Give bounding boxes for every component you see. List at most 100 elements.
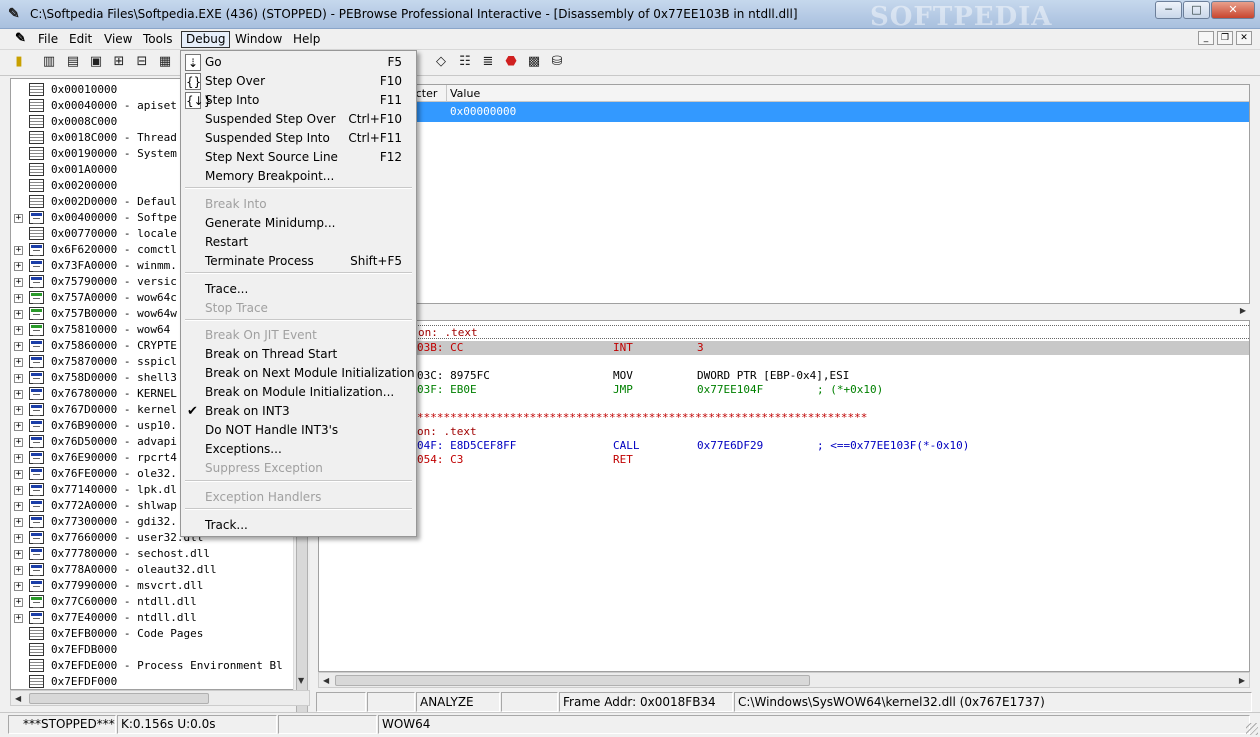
disassembly-line[interactable]: [319, 355, 1249, 369]
mdi-minimize-button[interactable]: _: [1198, 31, 1214, 45]
value-column-header[interactable]: Value: [450, 85, 480, 102]
resize-grip-icon[interactable]: [1246, 723, 1258, 735]
column-divider[interactable]: [446, 85, 447, 102]
minimize-button[interactable]: ─: [1155, 1, 1182, 19]
menu-item-memory-breakpoint[interactable]: Memory Breakpoint...: [183, 167, 414, 186]
disassembly-line[interactable]: 03F: EB0E JMP 0x77EE104F ; (*+0x10): [319, 383, 1249, 397]
expand-icon[interactable]: +: [14, 262, 23, 271]
close-button[interactable]: ✕: [1211, 1, 1255, 19]
menu-edit[interactable]: Edit: [65, 31, 96, 48]
module-icon[interactable]: ⛁: [548, 53, 566, 71]
expand-icon[interactable]: +: [14, 406, 23, 415]
disassembly-line[interactable]: [319, 397, 1249, 411]
expand-icon[interactable]: +: [14, 294, 23, 303]
menu-item-break-into[interactable]: Break Into: [183, 195, 414, 214]
expand-icon[interactable]: +: [14, 390, 23, 399]
tree-row[interactable]: 0x7EFDE000 - Process Environment Bl: [11, 658, 309, 674]
disassembly-line[interactable]: on: .text: [319, 425, 1249, 439]
menu-debug[interactable]: Debug: [181, 31, 231, 48]
expand-icon[interactable]: +: [14, 614, 23, 623]
menu-item-restart[interactable]: Restart: [183, 233, 414, 252]
menu-item-track[interactable]: Track...: [183, 516, 414, 535]
disassembly-line[interactable]: 03B: CC INT 3: [319, 341, 1249, 355]
scroll-down-icon[interactable]: ▼: [298, 676, 304, 685]
disassembly-line[interactable]: ****************************************…: [319, 411, 1249, 425]
tool-icon[interactable]: ▦: [156, 53, 174, 71]
disassembly-scroll-thumb[interactable]: [335, 675, 810, 686]
disassembly-panel[interactable]: on: .text 03B: CC INT 3 03C: 8975FC MOV DWORD …: [318, 320, 1250, 672]
page-icon[interactable]: ▤: [64, 53, 82, 71]
menu-item-stop-trace[interactable]: Stop Trace: [183, 299, 414, 318]
expand-icon[interactable]: +: [14, 358, 23, 367]
menu-item-go[interactable]: ⇣ Go F5: [183, 53, 414, 72]
tree-row[interactable]: +0x77990000 - msvcrt.dll: [11, 578, 309, 594]
registers-scrollbar[interactable]: ▶: [318, 304, 1250, 318]
stop-icon[interactable]: ⬣: [502, 53, 520, 71]
expand-icon[interactable]: +: [14, 454, 23, 463]
list-icon[interactable]: ☷: [456, 53, 474, 71]
dependency-icon[interactable]: ⊟: [133, 53, 151, 71]
menu-item-terminate-process[interactable]: Terminate Process Shift+F5: [183, 252, 414, 271]
expand-icon[interactable]: +: [14, 582, 23, 591]
maximize-button[interactable]: □: [1183, 1, 1210, 19]
menu-item-break-on-jit-event[interactable]: Break On JIT Event: [183, 326, 414, 345]
expand-icon[interactable]: +: [14, 326, 23, 335]
disassembly-line[interactable]: 04F: E8D5CEF8FF CALL 0x77E6DF29 ; <==0x77EE…: [319, 439, 1249, 453]
menu-item-suppress-exception[interactable]: Suppress Exception: [183, 459, 414, 478]
menu-item-break-on-next-module-init[interactable]: Break on Next Module Initialization: [183, 364, 415, 383]
disassembly-line[interactable]: on: .text: [319, 325, 1249, 339]
menu-item-suspended-step-into[interactable]: Suspended Step Into Ctrl+F11: [183, 129, 414, 148]
menu-item-step-into[interactable]: {↓} Step Into F11: [183, 91, 414, 110]
selected-register-row[interactable]: 0x00000000: [319, 102, 1249, 122]
expand-icon[interactable]: +: [14, 310, 23, 319]
menu-help[interactable]: Help: [289, 31, 324, 48]
expand-icon[interactable]: +: [14, 374, 23, 383]
folder-icon[interactable]: ▣: [87, 53, 105, 71]
menu-item-do-not-handle-int3[interactable]: Do NOT Handle INT3's: [183, 421, 414, 440]
expand-icon[interactable]: +: [14, 278, 23, 287]
scroll-right-icon[interactable]: ▶: [1239, 676, 1245, 685]
disassembly-scrollbar[interactable]: ◀ ▶: [318, 672, 1250, 688]
disasm-icon[interactable]: ◇: [432, 53, 450, 71]
chart-icon[interactable]: ▥: [40, 53, 58, 71]
tree-row[interactable]: +0x77C60000 - ntdll.dll: [11, 594, 309, 610]
tree-row[interactable]: +0x778A0000 - oleaut32.dll: [11, 562, 309, 578]
expand-icon[interactable]: +: [14, 534, 23, 543]
expand-icon[interactable]: +: [14, 566, 23, 575]
expand-icon[interactable]: +: [14, 598, 23, 607]
tree-row[interactable]: +0x77780000 - sechost.dll: [11, 546, 309, 562]
scroll-right-icon[interactable]: ▶: [1240, 306, 1246, 315]
expand-icon[interactable]: +: [14, 422, 23, 431]
menu-item-break-on-module-init[interactable]: Break on Module Initialization...: [183, 383, 414, 402]
tree-icon[interactable]: ⊞: [110, 53, 128, 71]
menu-item-generate-minidump[interactable]: Generate Minidump...: [183, 214, 414, 233]
menu-item-suspended-step-over[interactable]: Suspended Step Over Ctrl+F10: [183, 110, 414, 129]
disassembly-line[interactable]: 054: C3 RET: [319, 453, 1249, 467]
chip-icon[interactable]: ▩: [525, 53, 543, 71]
tree-row[interactable]: 0x7EFDF000: [11, 674, 309, 689]
expand-icon[interactable]: +: [14, 518, 23, 527]
expand-icon[interactable]: +: [14, 486, 23, 495]
menu-item-trace[interactable]: Trace...: [183, 280, 414, 299]
expand-icon[interactable]: +: [14, 214, 23, 223]
menu-item-break-on-thread-start[interactable]: Break on Thread Start: [183, 345, 414, 364]
expand-icon[interactable]: +: [14, 438, 23, 447]
expand-icon[interactable]: +: [14, 246, 23, 255]
menu-item-break-on-int3[interactable]: ✔ Break on INT3: [183, 402, 414, 421]
tree-row[interactable]: +0x77E40000 - ntdll.dll: [11, 610, 309, 626]
tree-row[interactable]: 0x7EFB0000 - Code Pages: [11, 626, 309, 642]
mdi-close-button[interactable]: ✕: [1236, 31, 1252, 45]
menu-item-exception-handlers[interactable]: Exception Handlers: [183, 488, 414, 507]
expand-icon[interactable]: +: [14, 502, 23, 511]
expand-icon[interactable]: +: [14, 342, 23, 351]
disassembly-line[interactable]: 03C: 8975FC MOV DWORD PTR [EBP-0x4],ESI: [319, 369, 1249, 383]
menu-tools[interactable]: Tools: [139, 31, 177, 48]
exit-icon[interactable]: ▮: [10, 53, 28, 71]
menu-item-step-next-source-line[interactable]: Step Next Source Line F12: [183, 148, 414, 167]
lines-icon[interactable]: ≣: [479, 53, 497, 71]
app-icon[interactable]: ✎: [8, 6, 24, 22]
scroll-left-icon[interactable]: ◀: [323, 676, 329, 685]
mdi-document-icon[interactable]: ✎: [15, 31, 31, 47]
tree-row[interactable]: 0x7EFDB000: [11, 642, 309, 658]
expand-icon[interactable]: +: [14, 550, 23, 559]
